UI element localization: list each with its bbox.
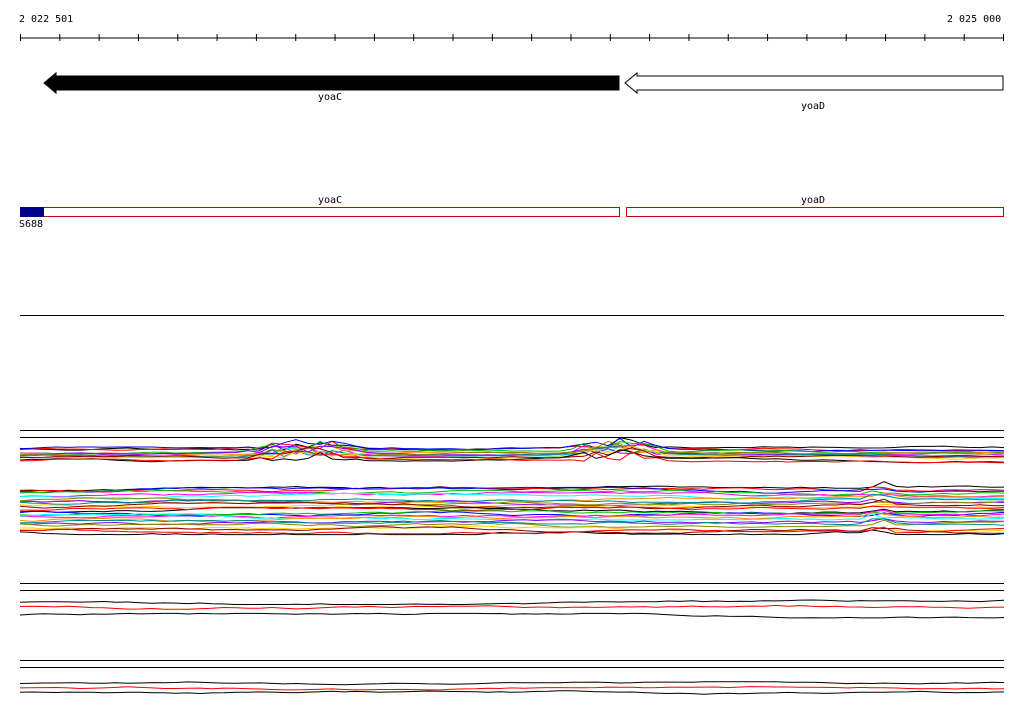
genome-browser-canvas bbox=[19, 34, 1005, 695]
expression-series-line bbox=[19, 681, 1005, 686]
feature-track bbox=[20, 207, 1004, 217]
ruler-end-label: 2 025 000 bbox=[947, 14, 1002, 25]
marker-label: S688 bbox=[19, 219, 44, 230]
expression-track-3 bbox=[19, 660, 1005, 695]
gene-arrow-yoaC[interactable] bbox=[43, 71, 620, 95]
expression-series-line bbox=[19, 604, 1005, 610]
expression-track-1 bbox=[19, 430, 1005, 536]
gene-track bbox=[43, 71, 1004, 95]
expression-series-line bbox=[19, 612, 1005, 619]
expression-track-2 bbox=[19, 583, 1005, 619]
feature-label-yoaC: yoaC bbox=[318, 195, 343, 206]
ruler-start-label: 2 022 501 bbox=[19, 14, 74, 25]
feature-box-yoaC[interactable] bbox=[20, 207, 620, 217]
expression-series-line bbox=[19, 599, 1005, 606]
expression-series-line bbox=[19, 690, 1005, 695]
feature-label-yoaD: yoaD bbox=[801, 195, 826, 206]
gene-label-yoaD: yoaD bbox=[801, 101, 826, 112]
coordinate-ruler bbox=[20, 34, 1004, 41]
marker-block-S688[interactable] bbox=[20, 207, 44, 217]
gene-arrow-yoaD[interactable] bbox=[624, 71, 1004, 95]
gene-label-yoaC: yoaC bbox=[318, 92, 343, 103]
expression-series-line bbox=[19, 686, 1005, 691]
feature-box-yoaD[interactable] bbox=[626, 207, 1004, 217]
